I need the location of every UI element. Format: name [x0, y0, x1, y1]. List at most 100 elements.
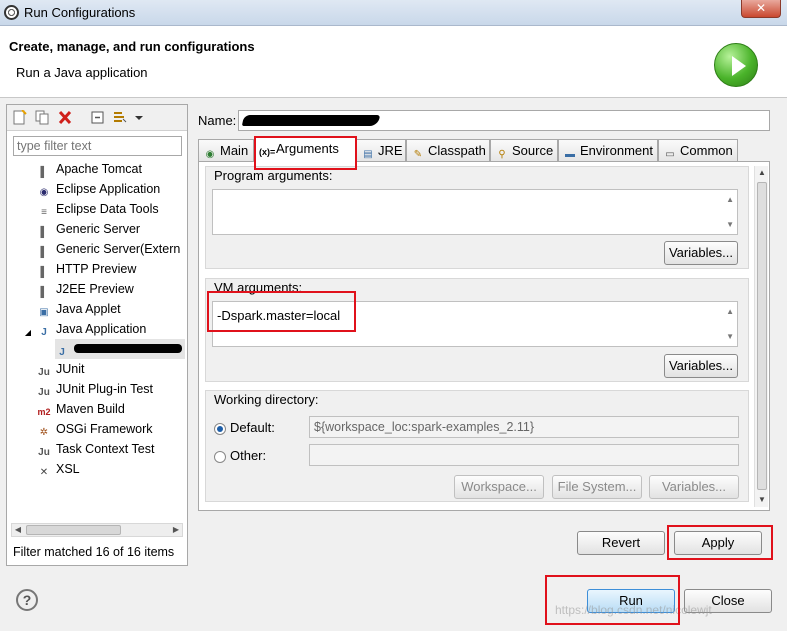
- expanded-arrow-icon[interactable]: ◢: [23, 326, 33, 340]
- tree-item-task-context-test[interactable]: Ju Task Context Test: [37, 439, 154, 459]
- server-icon: ▌: [40, 247, 48, 258]
- jre-icon: ▤: [363, 149, 373, 160]
- junit-icon: Ju: [38, 447, 50, 458]
- tree-item-label: XSL: [56, 462, 80, 476]
- other-label: Other:: [230, 448, 267, 463]
- program-arguments-group: Program arguments: ▲ ▼ Variables...: [205, 166, 749, 269]
- vm-arguments-label: VM arguments:: [214, 280, 303, 295]
- header-subtitle: Run a Java application: [16, 65, 148, 80]
- tab-label: Main: [220, 143, 249, 158]
- scroll-down-icon[interactable]: ▼: [726, 332, 734, 341]
- dialog-header: Create, manage, and run configurations R…: [0, 26, 787, 98]
- working-directory-label: Working directory:: [214, 392, 319, 407]
- working-directory-group: Working directory: Default: ${workspace_…: [205, 390, 749, 502]
- scroll-up-icon[interactable]: ▲: [726, 307, 734, 316]
- tab-jre[interactable]: ▤ JRE: [356, 139, 406, 161]
- configuration-list-panel: ▌ Apache Tomcat ◉ Eclipse Application ≡ Ecl…: [6, 104, 188, 566]
- scroll-left-icon[interactable]: ◀: [12, 524, 24, 536]
- tab-common[interactable]: ▭ Common: [658, 139, 738, 161]
- tree-item-label: JUnit Plug-in Test: [56, 382, 154, 396]
- main-icon: ◉: [205, 149, 215, 160]
- environment-icon: ▬: [565, 149, 575, 160]
- java-app-icon: J: [41, 327, 47, 338]
- scroll-down-icon[interactable]: ▼: [755, 494, 769, 506]
- java-class-icon: J: [59, 347, 65, 358]
- tree-item-label: Apache Tomcat: [56, 162, 142, 176]
- duplicate-icon[interactable]: [35, 110, 49, 125]
- server-icon: ▌: [40, 167, 48, 178]
- tree-horizontal-scrollbar[interactable]: ◀ ▶: [11, 523, 183, 537]
- program-variables-button[interactable]: Variables...: [664, 241, 738, 265]
- tree-item-apache-tomcat[interactable]: ▌ Apache Tomcat: [37, 159, 142, 179]
- tree-item-maven-build[interactable]: m2 Maven Build: [37, 399, 124, 419]
- collapse-all-icon[interactable]: [91, 110, 105, 125]
- working-dir-variables-button[interactable]: Variables...: [649, 475, 739, 499]
- osgi-icon: ✲: [39, 427, 49, 438]
- tree-item-label: Generic Server: [56, 222, 141, 236]
- tree-item-junit-plugin-test[interactable]: Ju JUnit Plug-in Test: [37, 379, 153, 399]
- chevron-down-icon[interactable]: [135, 110, 143, 125]
- arguments-tab-content: Program arguments: ▲ ▼ Variables... VM ar…: [198, 161, 770, 511]
- window-close-button[interactable]: ✕: [741, 0, 781, 18]
- tab-label: Environment: [580, 143, 653, 158]
- help-icon[interactable]: ?: [16, 589, 38, 611]
- tab-arguments[interactable]: (x)=Arguments: [254, 137, 356, 162]
- tree-item-label: Task Context Test: [56, 442, 155, 456]
- name-field[interactable]: [238, 110, 770, 131]
- scroll-up-icon[interactable]: ▲: [726, 195, 734, 204]
- apply-button[interactable]: Apply: [674, 531, 762, 555]
- tree-item-j2ee-preview[interactable]: ▌ J2EE Preview: [37, 279, 133, 299]
- filter-icon[interactable]: [113, 110, 127, 125]
- tree-item-xsl[interactable]: ✕ XSL: [37, 459, 80, 479]
- new-config-icon[interactable]: [13, 110, 27, 125]
- tree-item-generic-server-external[interactable]: ▌ Generic Server(Extern: [37, 239, 180, 259]
- other-radio[interactable]: [214, 451, 226, 463]
- tab-classpath[interactable]: ✎ Classpath: [406, 139, 490, 161]
- scrollbar-thumb[interactable]: [26, 525, 121, 535]
- run-button[interactable]: Run: [587, 589, 675, 613]
- scrollbar-thumb[interactable]: [757, 182, 767, 490]
- scroll-up-icon[interactable]: ▲: [755, 167, 769, 179]
- eclipse-icon: [4, 5, 19, 20]
- tree-item-java-applet[interactable]: ▣ Java Applet: [37, 299, 120, 319]
- program-arguments-input[interactable]: ▲ ▼: [212, 189, 738, 235]
- classpath-icon: ✎: [413, 149, 423, 160]
- tab-label: Source: [512, 143, 554, 158]
- workspace-button[interactable]: Workspace...: [454, 475, 544, 499]
- source-icon: ⚲: [498, 149, 506, 160]
- tree-item-eclipse-application[interactable]: ◉ Eclipse Application: [37, 179, 161, 199]
- tab-label: Classpath: [428, 143, 486, 158]
- tab-main[interactable]: ◉ Main: [198, 139, 254, 161]
- scroll-right-icon[interactable]: ▶: [170, 524, 182, 536]
- vm-arguments-input[interactable]: -Dspark.master=local ▲ ▼: [212, 301, 738, 347]
- filter-input[interactable]: [13, 136, 182, 156]
- applet-icon: ▣: [39, 307, 49, 318]
- filter-status: Filter matched 16 of 16 items: [13, 545, 175, 559]
- tree-item-eclipse-data-tools[interactable]: ≡ Eclipse Data Tools: [37, 199, 159, 219]
- tree-item-junit[interactable]: Ju JUnit: [37, 359, 84, 379]
- file-system-button[interactable]: File System...: [552, 475, 642, 499]
- name-label: Name:: [198, 113, 237, 128]
- default-radio[interactable]: [214, 423, 226, 435]
- content-vertical-scrollbar[interactable]: ▲ ▼: [754, 166, 768, 507]
- tree-item-osgi-framework[interactable]: ✲ OSGi Framework: [37, 419, 153, 439]
- close-button[interactable]: Close: [684, 589, 772, 613]
- tab-environment[interactable]: ▬ Environment: [558, 139, 658, 161]
- delete-icon[interactable]: [58, 110, 72, 125]
- vm-variables-button[interactable]: Variables...: [664, 354, 738, 378]
- arguments-icon: (x)=: [259, 147, 276, 157]
- tree-item-redacted-config[interactable]: J: [55, 339, 185, 359]
- tree-item-java-application[interactable]: ◢ J Java Application: [23, 319, 146, 339]
- config-toolbar: [7, 105, 187, 131]
- scroll-down-icon[interactable]: ▼: [726, 220, 734, 229]
- tree-item-generic-server[interactable]: ▌ Generic Server: [37, 219, 140, 239]
- server-icon: ▌: [40, 287, 48, 298]
- tree-item-label: JUnit: [56, 362, 85, 376]
- header-title: Create, manage, and run configurations: [9, 39, 255, 54]
- tab-source[interactable]: ⚲ Source: [490, 139, 558, 161]
- default-label: Default:: [230, 420, 275, 435]
- run-icon: [714, 43, 758, 87]
- common-icon: ▭: [665, 149, 675, 160]
- revert-button[interactable]: Revert: [577, 531, 665, 555]
- tree-item-http-preview[interactable]: ▌ HTTP Preview: [37, 259, 136, 279]
